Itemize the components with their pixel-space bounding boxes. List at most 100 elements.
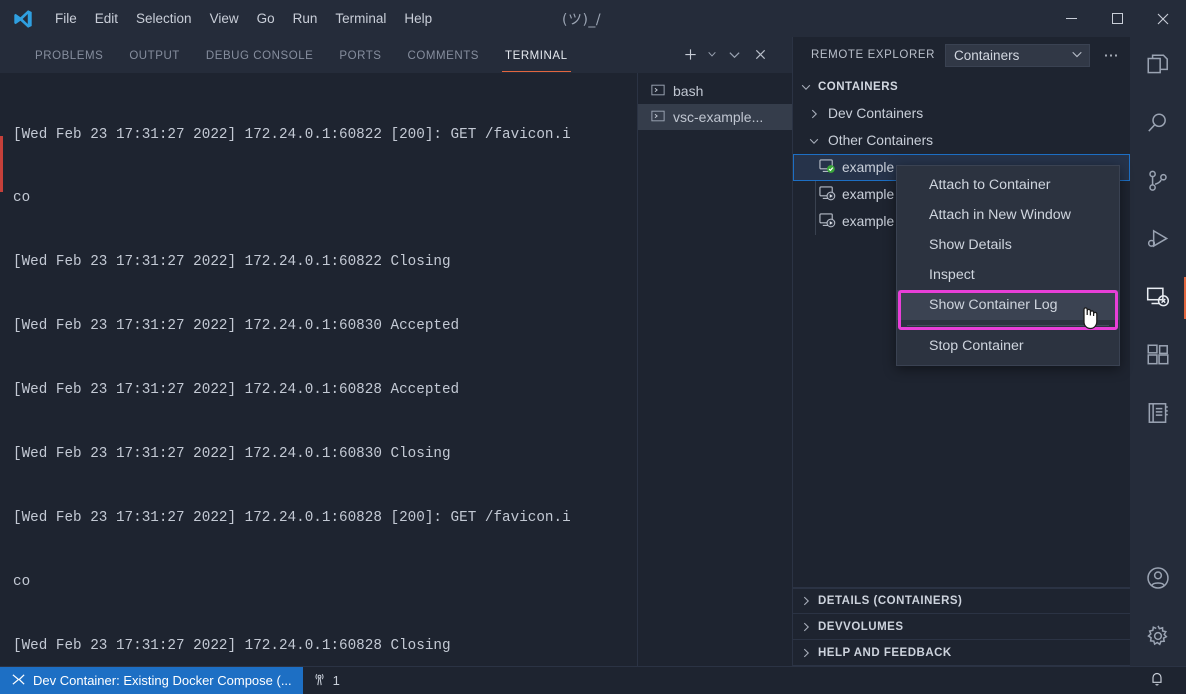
activity-search[interactable] [1130,95,1186,153]
terminal-line-list: [Wed Feb 23 17:31:27 2022] 172.24.0.1:60… [8,82,637,666]
container-context-menu: Attach to Container Attach in New Window… [896,165,1120,366]
sidebar-title: REMOTE EXPLORER [811,49,935,61]
menu-terminal[interactable]: Terminal [326,8,395,29]
tab-output[interactable]: OUTPUT [116,39,193,73]
close-panel-button[interactable] [748,42,772,66]
source-control-icon [1145,168,1171,197]
menu-attach-to-container[interactable]: Attach to Container [897,170,1119,200]
menu-show-container-log[interactable]: Show Container Log [897,290,1119,320]
section-title: CONTAINERS [818,81,898,93]
menu-separator [907,325,1109,326]
chevron-down-icon [805,135,822,147]
menu-run[interactable]: Run [284,8,327,29]
close-button[interactable] [1140,0,1186,37]
section-title: DETAILS (CONTAINERS) [818,595,962,607]
account-icon [1145,565,1171,594]
menu-go[interactable]: Go [248,8,284,29]
notebook-icon [1145,400,1171,429]
title-bar: File Edit Selection View Go Run Terminal… [0,0,1186,37]
sidebar-header: REMOTE EXPLORER Containers ⋯ [793,37,1130,73]
tab-problems[interactable]: PROBLEMS [22,39,116,73]
terminal-tab-vsc-example[interactable]: vsc-example... [638,104,792,130]
activity-bar [1130,37,1186,666]
tree-item-other-containers[interactable]: Other Containers [793,127,1130,154]
container-stopped-icon [819,212,836,232]
terminal-line: co [13,572,637,593]
gear-icon [1145,623,1171,652]
activity-remote-explorer[interactable] [1130,269,1186,327]
chevron-down-icon [797,81,814,93]
tree-item-label: example [842,214,894,229]
status-ports-label: 1 [333,673,340,688]
activity-extensions[interactable] [1130,327,1186,385]
status-remote-indicator[interactable]: Dev Container: Existing Docker Compose (… [0,667,303,694]
menu-file[interactable]: File [46,8,86,29]
section-help-and-feedback[interactable]: HELP AND FEEDBACK [793,640,1130,666]
bell-icon [1149,671,1165,690]
terminal-tab-bash[interactable]: bash [638,78,792,104]
terminal-line: [Wed Feb 23 17:31:27 2022] 172.24.0.1:60… [13,380,637,401]
activity-explorer[interactable] [1130,37,1186,95]
new-terminal-button[interactable] [678,42,702,66]
activity-source-control[interactable] [1130,153,1186,211]
activity-accounts[interactable] [1130,550,1186,608]
tab-terminal[interactable]: TERMINAL [492,39,581,73]
menu-selection[interactable]: Selection [127,8,201,29]
container-stopped-icon [819,185,836,205]
terminal-line: [Wed Feb 23 17:31:27 2022] 172.24.0.1:60… [13,252,637,273]
section-devvolumes[interactable]: DEVVOLUMES [793,614,1130,640]
terminal-tab-label: vsc-example... [673,109,763,125]
chevron-right-icon [797,621,814,633]
sidebar-bottom-sections: DETAILS (CONTAINERS) DEVVOLUMES HELP AND… [793,587,1130,666]
chevron-right-icon [797,647,814,659]
menu-help[interactable]: Help [395,8,441,29]
terminal-icon [651,109,665,126]
status-notifications[interactable] [1140,667,1174,694]
window-title: (ツ)_/ [562,9,601,29]
status-remote-label: Dev Container: Existing Docker Compose (… [33,673,292,688]
terminal-line: [Wed Feb 23 17:31:27 2022] 172.24.0.1:60… [13,444,637,465]
view-selector-value: Containers [954,48,1019,63]
files-icon [1145,52,1171,81]
menu-inspect[interactable]: Inspect [897,260,1119,290]
terminal-line: [Wed Feb 23 17:31:27 2022] 172.24.0.1:60… [13,125,637,146]
panel-actions [678,42,772,66]
chevron-right-icon [805,108,822,120]
section-details-containers[interactable]: DETAILS (CONTAINERS) [793,588,1130,614]
status-bar: Dev Container: Existing Docker Compose (… [0,666,1186,694]
radio-tower-icon [312,672,327,690]
remote-explorer-icon [1145,284,1171,313]
activity-run-and-debug[interactable] [1130,211,1186,269]
menu-edit[interactable]: Edit [86,8,127,29]
new-terminal-dropdown-button[interactable] [704,42,720,66]
menu-stop-container[interactable]: Stop Container [897,331,1119,361]
section-header-containers[interactable]: CONTAINERS [793,73,1130,100]
menu-attach-in-new-window[interactable]: Attach in New Window [897,200,1119,230]
tab-debug-console[interactable]: DEBUG CONSOLE [193,39,326,73]
vscode-logo-icon [0,0,46,37]
status-bar-right [1140,667,1186,694]
window-controls [1048,0,1186,37]
activity-manage[interactable] [1130,608,1186,666]
menu-show-details[interactable]: Show Details [897,230,1119,260]
view-selector-dropdown[interactable]: Containers [945,44,1090,67]
chevron-down-icon [1071,48,1083,63]
run-debug-icon [1145,226,1171,255]
tree-item-dev-containers[interactable]: Dev Containers [793,100,1130,127]
hide-panel-button[interactable] [722,42,746,66]
terminal-output[interactable]: [Wed Feb 23 17:31:27 2022] 172.24.0.1:60… [0,73,637,666]
tab-comments[interactable]: COMMENTS [395,39,492,73]
tree-item-label: example [842,160,894,175]
ellipsis-icon[interactable]: ⋯ [1100,44,1122,66]
activity-docs[interactable] [1130,385,1186,443]
tab-ports[interactable]: PORTS [326,39,394,73]
status-ports[interactable]: 1 [303,667,349,694]
maximize-button[interactable] [1094,0,1140,37]
minimize-button[interactable] [1048,0,1094,37]
panel-tab-bar: PROBLEMS OUTPUT DEBUG CONSOLE PORTS COMM… [0,37,792,73]
container-running-icon [819,158,836,178]
menu-view[interactable]: View [201,8,248,29]
vscode-window: File Edit Selection View Go Run Terminal… [0,0,1186,694]
tree-item-label: Dev Containers [828,106,923,121]
menu-bar: File Edit Selection View Go Run Terminal… [46,8,441,29]
